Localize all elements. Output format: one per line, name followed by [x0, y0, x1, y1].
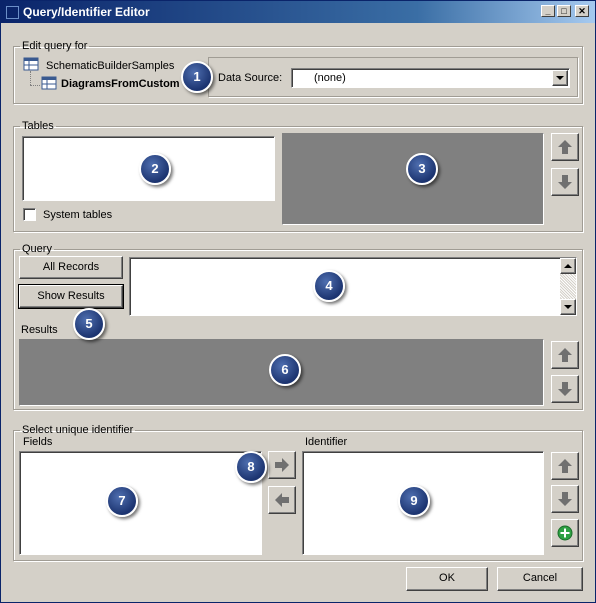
- tree-parent-label[interactable]: SchematicBuilderSamples: [46, 60, 174, 72]
- chevron-down-icon: [564, 305, 572, 309]
- add-to-identifier-button[interactable]: [268, 451, 296, 479]
- identifier-legend: Select unique identifier: [22, 424, 134, 436]
- identifier-move-down-button[interactable]: [551, 485, 579, 513]
- tree-connector: [30, 71, 31, 85]
- callout-5: 5: [73, 308, 105, 340]
- show-results-button[interactable]: Show Results: [18, 284, 124, 309]
- results-move-down-button[interactable]: [551, 375, 579, 403]
- callout-1: 1: [181, 61, 213, 93]
- table-icon: [41, 76, 57, 90]
- results-move-up-button[interactable]: [551, 341, 579, 369]
- maximize-button[interactable]: □: [557, 5, 571, 17]
- tables-move-down-button[interactable]: [551, 168, 579, 196]
- all-records-button[interactable]: All Records: [19, 256, 123, 279]
- ok-button[interactable]: OK: [406, 567, 488, 591]
- edit-query-legend: Edit query for: [22, 40, 88, 52]
- scroll-down-button[interactable]: [560, 299, 576, 315]
- window-title: Query/Identifier Editor: [23, 5, 150, 19]
- identifier-move-up-button[interactable]: [551, 452, 579, 480]
- system-tables-label: System tables: [43, 209, 113, 221]
- callout-2: 2: [139, 153, 171, 185]
- dropdown-button[interactable]: [552, 70, 568, 86]
- arrow-down-icon: [558, 175, 572, 189]
- add-identifier-button[interactable]: [551, 519, 579, 547]
- arrow-up-icon: [558, 348, 572, 362]
- system-tables-checkbox[interactable]: [23, 208, 36, 221]
- fields-label: Fields: [23, 436, 53, 448]
- arrow-right-icon: [275, 458, 289, 472]
- chevron-down-icon: [556, 76, 564, 80]
- arrow-up-icon: [558, 459, 572, 473]
- data-source-value: (none): [314, 72, 346, 84]
- arrow-down-icon: [558, 492, 572, 506]
- callout-7: 7: [106, 485, 138, 517]
- callout-9: 9: [398, 485, 430, 517]
- arrow-up-icon: [558, 140, 572, 154]
- callout-3: 3: [406, 153, 438, 185]
- arrow-left-icon: [275, 493, 289, 507]
- tree-child-label[interactable]: DiagramsFromCustom: [61, 78, 180, 90]
- results-label: Results: [21, 324, 58, 336]
- query-text-area[interactable]: [129, 257, 577, 316]
- callout-8: 8: [235, 451, 267, 483]
- cancel-button[interactable]: Cancel: [497, 567, 583, 591]
- remove-from-identifier-button[interactable]: [268, 486, 296, 514]
- title-bar[interactable]: Query/Identifier Editor _ □ ✕: [1, 1, 595, 23]
- tables-move-up-button[interactable]: [551, 133, 579, 161]
- add-plus-icon: [557, 525, 573, 541]
- callout-4: 4: [313, 270, 345, 302]
- query-scrollbar[interactable]: [560, 258, 576, 315]
- callout-6: 6: [269, 354, 301, 386]
- arrow-down-icon: [558, 382, 572, 396]
- tree-connector-h: [30, 85, 40, 86]
- data-source-label: Data Source:: [218, 72, 283, 84]
- minimize-button[interactable]: _: [541, 5, 555, 17]
- query-identifier-editor-window: Query/Identifier Editor _ □ ✕ Edit query…: [0, 0, 596, 603]
- app-icon: [6, 6, 19, 19]
- scroll-up-button[interactable]: [560, 258, 576, 274]
- tables-legend: Tables: [22, 120, 54, 132]
- data-source-select[interactable]: (none): [291, 68, 570, 88]
- close-button[interactable]: ✕: [575, 5, 589, 17]
- query-legend: Query: [22, 243, 52, 255]
- database-icon: [23, 57, 39, 71]
- chevron-up-icon: [564, 264, 572, 268]
- identifier-label: Identifier: [305, 436, 348, 448]
- fields-list[interactable]: [19, 451, 262, 555]
